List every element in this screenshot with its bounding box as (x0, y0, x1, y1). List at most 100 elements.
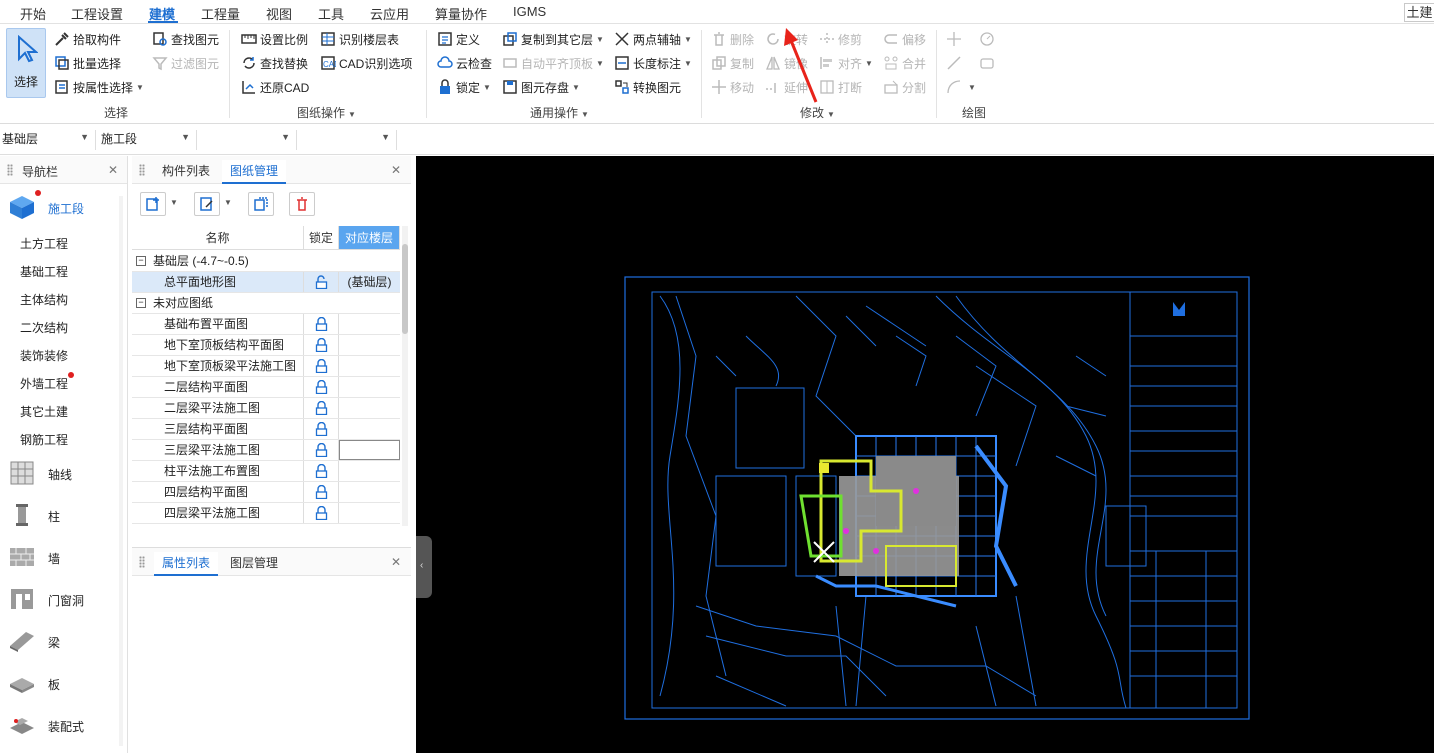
nav-item-main-structure[interactable]: 主体结构 (20, 291, 68, 308)
cell-floor[interactable] (339, 335, 400, 355)
nav-item-axis[interactable]: 轴线 (0, 456, 116, 490)
draw-point-button[interactable] (946, 29, 965, 49)
nav-item-prefab[interactable]: 装配式 (0, 708, 116, 742)
tab-layer-management[interactable]: 图层管理 (222, 552, 286, 576)
cell-floor[interactable] (339, 482, 400, 502)
split-drawing-button[interactable] (248, 192, 274, 216)
restore-cad-button[interactable]: 还原CAD (241, 77, 309, 97)
cell-floor[interactable] (339, 503, 400, 523)
attr-select-button[interactable]: 按属性选择 ▼ (54, 77, 144, 97)
close-icon[interactable]: ✕ (391, 555, 401, 569)
cad-drawing[interactable] (416, 156, 1434, 753)
table-row[interactable]: 四层梁平法施工图 (132, 503, 400, 524)
set-scale-button[interactable]: 设置比例 (241, 29, 308, 49)
table-row[interactable]: 三层梁平法施工图 (132, 440, 400, 461)
scrollbar-thumb[interactable] (402, 244, 408, 334)
table-row[interactable]: 总平面地形图 (基础层) (132, 272, 400, 293)
grip-icon[interactable] (139, 164, 145, 176)
nav-item-decoration[interactable]: 装饰装修 (20, 347, 68, 364)
grip-icon[interactable] (7, 164, 13, 176)
nav-item-rebar[interactable]: 钢筋工程 (20, 431, 68, 448)
table-group-row[interactable]: − 基础层 (-4.7~-0.5) (132, 251, 400, 272)
nav-active-stage[interactable]: 施工段 (0, 190, 116, 224)
identify-floor-table-button[interactable]: 识别楼层表 (320, 29, 399, 49)
nav-scrollbar[interactable] (119, 196, 123, 746)
merge-button[interactable]: 合并 (883, 53, 926, 73)
cell-floor[interactable] (339, 461, 400, 481)
nav-item-wall[interactable]: 墙 (0, 540, 116, 574)
cell-lock[interactable] (304, 335, 339, 355)
table-scrollbar[interactable] (402, 226, 408, 526)
find-replace-button[interactable]: 查找替换 (241, 53, 308, 73)
cell-lock[interactable] (304, 314, 339, 334)
cell-lock[interactable] (304, 461, 339, 481)
nav-item-door-window[interactable]: 门窗洞 (0, 582, 116, 616)
cell-lock[interactable] (304, 482, 339, 502)
menu-igms[interactable]: IGMS (513, 4, 546, 19)
nav-item-column[interactable]: 柱 (0, 498, 116, 532)
auto-flat-button[interactable]: 自动平齐顶板 ▼ (502, 53, 604, 73)
menu-start[interactable]: 开始 (20, 4, 46, 23)
menu-tools[interactable]: 工具 (318, 4, 344, 23)
grip-icon[interactable] (139, 556, 145, 568)
tab-drawing-management[interactable]: 图纸管理 (222, 160, 287, 184)
cell-floor[interactable] (339, 356, 400, 376)
cloud-check-button[interactable]: 云检查 (437, 53, 492, 73)
offset-button[interactable]: 偏移 (883, 29, 926, 49)
define-button[interactable]: 定义 (437, 29, 480, 49)
table-row[interactable]: 基础布置平面图 (132, 314, 400, 335)
delete-button[interactable]: 删除 (711, 29, 754, 49)
collapse-handle[interactable]: ‹ (416, 536, 432, 598)
table-row[interactable]: 三层结构平面图 (132, 419, 400, 440)
menu-project-settings[interactable]: 工程设置 (71, 4, 123, 23)
close-icon[interactable]: ✕ (391, 163, 401, 177)
move-button[interactable]: 移动 (711, 77, 754, 97)
menu-collab[interactable]: 算量协作 (435, 4, 487, 23)
nav-item-beam[interactable]: 梁 (0, 624, 116, 658)
draw-line-button[interactable] (946, 53, 965, 73)
tab-property-list[interactable]: 属性列表 (154, 552, 219, 576)
copy-button[interactable]: 复制 (711, 53, 754, 73)
table-row[interactable]: 地下室顶板梁平法施工图 (132, 356, 400, 377)
nav-item-exterior-wall[interactable]: 外墙工程 (20, 375, 68, 392)
cell-lock[interactable] (304, 272, 339, 292)
cell-floor[interactable] (339, 377, 400, 397)
filter-element-button[interactable]: 过滤图元 (152, 53, 219, 73)
two-point-axis-button[interactable]: 两点辅轴 ▼ (614, 29, 692, 49)
col-name[interactable]: 名称 (132, 226, 304, 250)
type-dropdown[interactable]: ▼ (199, 130, 297, 150)
close-icon[interactable]: ✕ (108, 163, 118, 177)
table-row[interactable]: 地下室顶板结构平面图 (132, 335, 400, 356)
cad-options-button[interactable]: CAD CAD识别选项 (320, 53, 412, 73)
dropdown-icon[interactable]: ▼ (224, 198, 232, 207)
collapse-toggle-icon[interactable]: − (136, 256, 146, 266)
edit-drawing-button[interactable] (194, 192, 220, 216)
cell-lock[interactable] (304, 440, 339, 460)
nav-item-secondary-structure[interactable]: 二次结构 (20, 319, 68, 336)
pick-component-button[interactable]: 拾取构件 (54, 29, 121, 49)
element-save-button[interactable]: 图元存盘 ▼ (502, 77, 580, 97)
batch-select-button[interactable]: 批量选择 (54, 53, 121, 73)
length-dim-button[interactable]: 长度标注 ▼ (614, 53, 692, 73)
select-big-button[interactable]: 选择 (6, 28, 46, 98)
nav-item-foundation[interactable]: 基础工程 (20, 263, 68, 280)
stage-dropdown[interactable]: 施工段 ▼ (99, 130, 197, 150)
cell-lock[interactable] (304, 503, 339, 523)
menu-view[interactable]: 视图 (266, 4, 292, 23)
collapse-toggle-icon[interactable]: − (136, 298, 146, 308)
cad-canvas[interactable] (416, 156, 1434, 753)
draw-polyline-button[interactable]: ▼ (946, 77, 976, 97)
component-dropdown[interactable]: ▼ (299, 130, 397, 150)
nav-item-slab[interactable]: 板 (0, 666, 116, 700)
copy-to-other-floor-button[interactable]: 复制到其它层 ▼ (502, 29, 604, 49)
table-row[interactable]: 二层梁平法施工图 (132, 398, 400, 419)
cell-floor[interactable] (339, 440, 400, 460)
lock-button[interactable]: 锁定 ▼ (437, 77, 491, 97)
civil-tab[interactable]: 土建 (1404, 3, 1434, 22)
cell-lock[interactable] (304, 377, 339, 397)
cell-lock[interactable] (304, 356, 339, 376)
table-row[interactable]: 四层结构平面图 (132, 482, 400, 503)
draw-rect-button[interactable] (979, 53, 998, 73)
cell-floor[interactable] (339, 398, 400, 418)
add-drawing-button[interactable] (140, 192, 166, 216)
